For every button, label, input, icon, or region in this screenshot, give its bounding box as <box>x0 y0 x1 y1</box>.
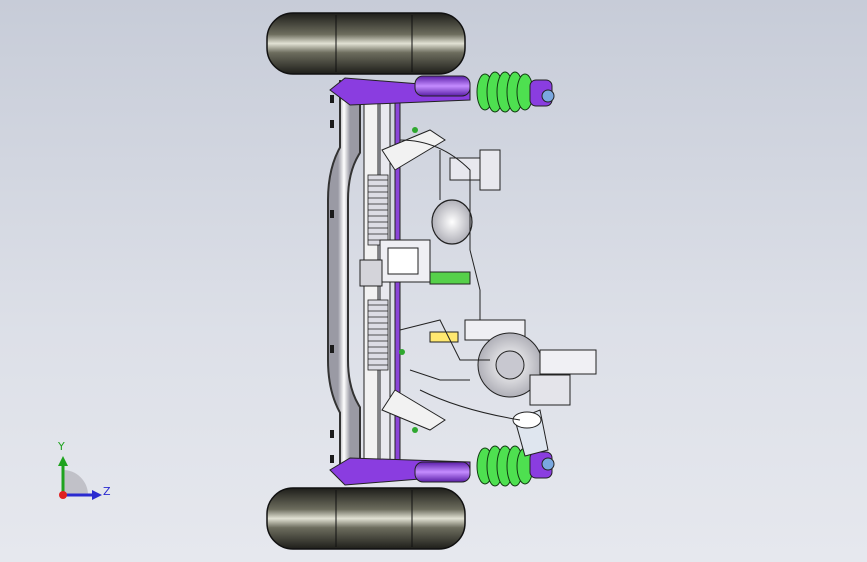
z-axis-arrow <box>92 490 102 500</box>
reservoir-disc <box>431 199 473 245</box>
suspension-assembly-model[interactable] <box>0 0 867 562</box>
z-axis-label: Z <box>103 485 111 498</box>
tire-top <box>266 12 466 75</box>
differential <box>429 319 597 406</box>
axle-beam <box>327 80 361 480</box>
spring-top <box>476 71 534 113</box>
cad-viewport[interactable]: Y Z <box>0 0 867 562</box>
y-axis-label: Y <box>58 440 65 453</box>
origin-dot <box>59 491 67 499</box>
tire-bottom <box>266 487 466 550</box>
y-axis-arrow <box>58 456 68 466</box>
